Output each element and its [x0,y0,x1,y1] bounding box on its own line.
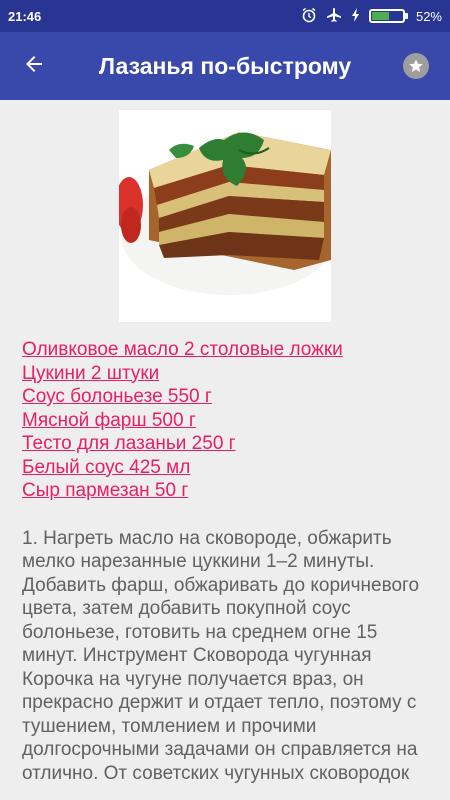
recipe-instructions: 1. Нагреть масло на сковороде, обжарить … [22,527,420,784]
alarm-icon [301,7,317,26]
recipe-content: Оливковое масло 2 столовые ложки Цукини … [0,100,450,785]
airplane-mode-icon [325,7,343,26]
favorite-button[interactable] [394,44,438,88]
status-bar: 21:46 52% [0,0,450,32]
ingredient-link[interactable]: Соус болоньезе 550 г [22,385,428,409]
page-title: Лазанья по-быстрому [98,52,352,79]
back-button[interactable] [12,44,56,88]
battery-icon [368,9,408,23]
ingredient-link[interactable]: Тесто для лазаньи 250 г [22,432,428,456]
ingredient-link[interactable]: Белый соус 425 мл [22,456,428,480]
dish-image [119,110,331,322]
ingredient-link[interactable]: Цукини 2 штуки [22,362,428,386]
star-icon [403,53,429,79]
ingredient-link[interactable]: Мясной фарш 500 г [22,409,428,433]
ingredient-link[interactable]: Оливковое масло 2 столовые ложки [22,338,428,362]
ingredients-list: Оливковое масло 2 столовые ложки Цукини … [22,338,428,503]
app-bar: Лазанья по-быстрому [0,32,450,100]
ingredient-link[interactable]: Сыр пармезан 50 г [22,479,428,503]
status-time: 21:46 [8,8,42,24]
charging-icon [351,7,361,26]
battery-tip [404,13,408,19]
arrow-back-icon [22,52,46,81]
battery-body [368,9,405,23]
status-icons: 52% [301,7,442,26]
battery-percent: 52% [415,8,442,24]
battery-fill [371,12,389,20]
